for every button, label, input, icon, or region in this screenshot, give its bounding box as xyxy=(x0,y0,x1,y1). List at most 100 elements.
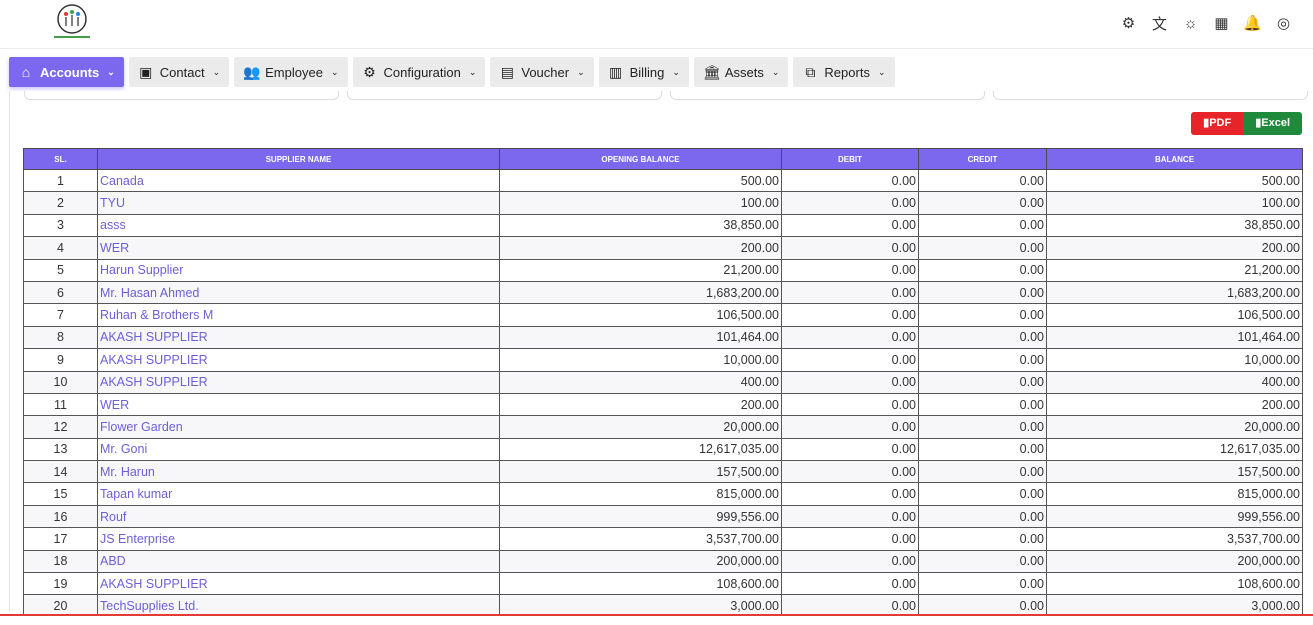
nav-item-reports[interactable]: ⧉ Reports ⌄ xyxy=(793,57,895,87)
export-pdf-button[interactable]: ▮PDF xyxy=(1191,112,1244,135)
nav-item-voucher[interactable]: ▤ Voucher ⌄ xyxy=(490,57,594,87)
supplier-name-link[interactable]: WER xyxy=(97,236,500,260)
receipt-icon: ▤ xyxy=(500,63,514,80)
nav-item-assets[interactable]: 🏛 Assets ⌄ xyxy=(693,57,789,87)
table-row: 7 Ruhan & Brothers M 106,500.00 0.00 0.00 106… xyxy=(23,303,1303,327)
supplier-name-link[interactable]: Harun Supplier xyxy=(97,258,500,282)
copy-icon: ⧉ xyxy=(805,63,816,80)
supplier-name-link[interactable]: AKASH SUPPLIER xyxy=(97,370,500,394)
filter-field[interactable] xyxy=(347,91,662,100)
debit-value: 0.00 xyxy=(781,213,919,238)
row-serial: 5 xyxy=(23,258,98,282)
supplier-name-link[interactable]: Rouf xyxy=(97,504,500,529)
theme-toggle-icon[interactable]: ☼ xyxy=(1175,10,1206,36)
opening-balance: 200.00 xyxy=(499,392,782,417)
table-row: 18 ABD 200,000.00 0.00 0.00 200,000.00 xyxy=(23,549,1303,574)
balance-value: 12,617,035.00 xyxy=(1046,437,1303,462)
table-row: 16 Rouf 999,556.00 0.00 0.00 999,556.00 xyxy=(23,504,1303,529)
column-header: BALANCE xyxy=(1046,148,1303,170)
company-logo[interactable] xyxy=(52,4,92,40)
credit-value: 0.00 xyxy=(918,236,1047,260)
supplier-name-link[interactable]: ABD xyxy=(97,549,500,574)
nav-item-employee[interactable]: 👥 Employee ⌄ xyxy=(234,57,348,87)
nav-item-configuration[interactable]: ⚙ Configuration ⌄ xyxy=(352,57,486,87)
table-row: 10 AKASH SUPPLIER 400.00 0.00 0.00 400.00 xyxy=(23,370,1303,394)
users-icon: 👥 xyxy=(243,63,261,80)
translate-icon[interactable]: 文 xyxy=(1144,10,1175,36)
nav-item-label: Employee xyxy=(265,64,323,80)
opening-balance: 1,683,200.00 xyxy=(499,280,782,305)
supplier-name-link[interactable]: Ruhan & Brothers M xyxy=(97,303,500,327)
credit-value: 0.00 xyxy=(918,392,1047,417)
settings-icon[interactable]: ⚙ xyxy=(1113,10,1144,36)
supplier-name-link[interactable]: JS Enterprise xyxy=(97,527,500,551)
main-navigation: ⌂ Accounts ⌄ ▣ Contact ⌄ 👥 Employee ⌄ ⚙ Configurat… xyxy=(9,57,895,87)
debit-value: 0.00 xyxy=(781,258,919,282)
supplier-name-link[interactable]: TYU xyxy=(97,191,500,215)
nav-item-label: Voucher xyxy=(521,64,570,80)
export-excel-button[interactable]: ▮Excel xyxy=(1243,112,1302,135)
row-serial: 15 xyxy=(23,482,98,506)
supplier-name-link[interactable]: AKASH SUPPLIER xyxy=(97,348,500,372)
supplier-name-link[interactable]: asss xyxy=(97,213,500,238)
apps-grid-icon[interactable]: ▦ xyxy=(1206,10,1237,36)
debit-value: 0.00 xyxy=(781,437,919,462)
supplier-name-link[interactable]: Canada xyxy=(97,168,500,193)
chevron-down-icon: ⌄ xyxy=(577,66,585,77)
nav-item-label: Accounts xyxy=(40,64,100,80)
opening-balance: 3,537,700.00 xyxy=(499,527,782,551)
row-serial: 2 xyxy=(23,191,98,215)
chevron-down-icon: ⌄ xyxy=(771,66,780,77)
supplier-name-link[interactable]: Flower Garden xyxy=(97,415,500,439)
chevron-down-icon: ⌄ xyxy=(107,66,115,77)
bank-icon: 🏛 xyxy=(702,63,721,80)
supplier-name-link[interactable]: Mr. Harun xyxy=(97,460,500,484)
table-row: 1 Canada 500.00 0.00 0.00 500.00 xyxy=(23,168,1303,193)
table-row: 2 TYU 100.00 0.00 0.00 100.00 xyxy=(23,191,1303,215)
debit-value: 0.00 xyxy=(781,280,919,305)
opening-balance: 157,500.00 xyxy=(499,460,782,484)
supplier-name-link[interactable]: WER xyxy=(97,392,500,417)
nav-item-accounts[interactable]: ⌂ Accounts ⌄ xyxy=(9,57,124,87)
table-row: 5 Harun Supplier 21,200.00 0.00 0.00 21,200.0… xyxy=(23,258,1303,282)
supplier-name-link[interactable]: AKASH SUPPLIER xyxy=(97,325,500,350)
row-serial: 1 xyxy=(23,168,98,193)
filter-field[interactable] xyxy=(993,91,1308,100)
row-serial: 19 xyxy=(23,572,98,596)
row-serial: 7 xyxy=(23,303,98,327)
user-avatar-icon[interactable]: ◎ xyxy=(1268,10,1299,36)
table-row: 15 Tapan kumar 815,000.00 0.00 0.00 815,000.0… xyxy=(23,482,1303,506)
column-header: DEBIT xyxy=(781,148,919,170)
table-row: 13 Mr. Goni 12,617,035.00 0.00 0.00 12,617,03… xyxy=(23,437,1303,462)
nav-item-contact[interactable]: ▣ Contact ⌄ xyxy=(128,57,230,87)
balance-value: 38,850.00 xyxy=(1046,213,1303,238)
opening-balance: 38,850.00 xyxy=(499,213,782,238)
supplier-name-link[interactable]: Mr. Hasan Ahmed xyxy=(97,280,500,305)
credit-value: 0.00 xyxy=(918,325,1047,350)
debit-value: 0.00 xyxy=(781,482,919,506)
row-serial: 11 xyxy=(23,392,98,417)
table-body: 1 Canada 500.00 0.00 0.00 500.00 2 TYU 100.00 0.0… xyxy=(23,168,1303,618)
filter-field[interactable] xyxy=(24,91,339,100)
credit-value: 0.00 xyxy=(918,460,1047,484)
supplier-name-link[interactable]: AKASH SUPPLIER xyxy=(97,572,500,596)
supplier-name-link[interactable]: Mr. Goni xyxy=(97,437,500,462)
chevron-down-icon: ⌄ xyxy=(877,66,886,77)
balance-value: 400.00 xyxy=(1046,370,1303,394)
balance-value: 106,500.00 xyxy=(1046,303,1303,327)
row-serial: 18 xyxy=(23,549,98,574)
home-icon: ⌂ xyxy=(21,64,31,80)
opening-balance: 12,617,035.00 xyxy=(499,437,782,462)
credit-value: 0.00 xyxy=(918,549,1047,574)
notification-bell-icon[interactable]: 🔔 xyxy=(1237,10,1268,36)
table-row: 17 JS Enterprise 3,537,700.00 0.00 0.00 3,537… xyxy=(23,527,1303,551)
debit-value: 0.00 xyxy=(781,348,919,372)
opening-balance: 200,000.00 xyxy=(499,549,782,574)
balance-value: 200.00 xyxy=(1046,236,1303,260)
supplier-name-link[interactable]: Tapan kumar xyxy=(97,482,500,506)
credit-value: 0.00 xyxy=(918,168,1047,193)
filter-field[interactable] xyxy=(670,91,985,100)
credit-value: 0.00 xyxy=(918,482,1047,506)
balance-value: 101,464.00 xyxy=(1046,325,1303,350)
nav-item-billing[interactable]: ▥ Billing ⌄ xyxy=(598,57,689,87)
